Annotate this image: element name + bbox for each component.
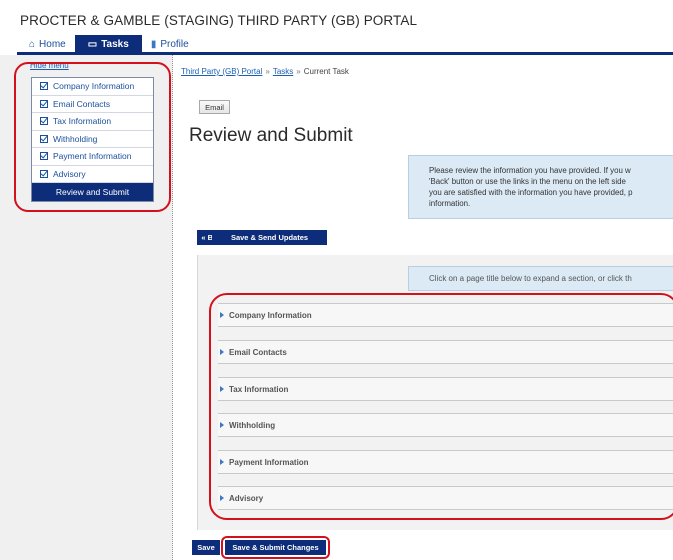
tab-home[interactable]: ⌂ Home: [20, 35, 75, 53]
info-line: 'Back' button or use the links in the me…: [429, 177, 626, 186]
breadcrumb: Third Party (GB) Portal» Tasks» Current Ta…: [181, 67, 349, 76]
page-title: Review and Submit: [189, 125, 353, 146]
section-email-contacts[interactable]: Email Contacts: [218, 340, 673, 364]
save-submit-changes-button[interactable]: Save & Submit Changes: [225, 540, 326, 555]
tab-profile[interactable]: ▮ Profile: [142, 35, 198, 53]
sidebar-item-label: Payment Information: [53, 151, 132, 162]
expand-arrow-icon: [220, 349, 224, 355]
expand-arrow-icon: [220, 312, 224, 318]
save-send-updates-button[interactable]: Save & Send Updates: [212, 230, 327, 245]
expand-arrow-icon: [220, 495, 224, 501]
sidebar-item-company-information[interactable]: Company Information: [32, 78, 153, 96]
section-title: Email Contacts: [229, 347, 287, 357]
section-title: Payment Information: [229, 457, 309, 467]
sidebar-item-payment-information[interactable]: Payment Information: [32, 148, 153, 166]
checked-icon: [40, 99, 48, 108]
breadcrumb-tasks-link[interactable]: Tasks: [273, 67, 293, 76]
section-advisory[interactable]: Advisory: [218, 486, 673, 510]
breadcrumb-current: Current Task: [303, 67, 349, 76]
sidebar-item-label: Company Information: [53, 81, 135, 92]
sidebar-item-email-contacts[interactable]: Email Contacts: [32, 96, 153, 113]
home-icon: ⌂: [29, 38, 36, 50]
document-icon: ▮: [150, 38, 157, 50]
section-withholding[interactable]: Withholding: [218, 413, 673, 437]
breadcrumb-separator: »: [265, 67, 270, 76]
review-info-box: Please review the information you have p…: [408, 155, 673, 219]
sidebar-item-tax-information[interactable]: Tax Information: [32, 113, 153, 131]
section-title: Tax Information: [229, 384, 289, 394]
checked-icon: [40, 134, 48, 143]
sidebar-item-withholding[interactable]: Withholding: [32, 131, 153, 148]
breadcrumb-portal-link[interactable]: Third Party (GB) Portal: [181, 67, 262, 76]
save-button[interactable]: Save: [192, 540, 220, 555]
section-payment-information[interactable]: Payment Information: [218, 450, 673, 474]
sidebar-item-review-and-submit[interactable]: Review and Submit: [32, 183, 153, 201]
hide-menu-link[interactable]: Hide menu: [30, 61, 69, 70]
sidebar-item-label: Tax Information: [53, 116, 112, 127]
section-title: Company Information: [229, 310, 312, 320]
section-title: Advisory: [229, 493, 264, 503]
info-line: you are satisfied with the information y…: [429, 188, 633, 197]
tab-tasks-label: Tasks: [101, 38, 129, 50]
checked-icon: [40, 152, 48, 161]
main-tabs: ⌂ Home ▭ Tasks ▮ Profile: [20, 35, 198, 53]
tab-profile-label: Profile: [160, 38, 189, 50]
expand-arrow-icon: [220, 459, 224, 465]
section-company-information[interactable]: Company Information: [218, 303, 673, 327]
section-title: Withholding: [229, 420, 276, 430]
monitor-icon: ▭: [87, 38, 98, 50]
checked-icon: [40, 82, 48, 91]
expand-arrow-icon: [220, 422, 224, 428]
task-menu: Company Information Email Contacts Tax I…: [31, 77, 154, 202]
info-line: Please review the information you have p…: [429, 166, 631, 175]
breadcrumb-separator: »: [296, 67, 301, 76]
checked-icon: [40, 117, 48, 126]
tab-tasks[interactable]: ▭ Tasks: [74, 35, 142, 53]
expand-hint: Click on a page title below to expand a …: [408, 266, 673, 291]
email-button[interactable]: Email: [199, 100, 230, 114]
checked-icon: [40, 169, 48, 178]
sidebar-item-label: Withholding: [53, 133, 98, 144]
section-tax-information[interactable]: Tax Information: [218, 377, 673, 401]
info-line: information.: [429, 199, 471, 208]
expand-arrow-icon: [220, 386, 224, 392]
sidebar-item-advisory[interactable]: Advisory: [32, 166, 153, 183]
sidebar-item-label: Email Contacts: [53, 98, 111, 109]
portal-title: PROCTER & GAMBLE (STAGING) THIRD PARTY (…: [20, 13, 418, 28]
tab-home-label: Home: [39, 38, 66, 50]
sidebar-item-label: Advisory: [53, 168, 86, 179]
